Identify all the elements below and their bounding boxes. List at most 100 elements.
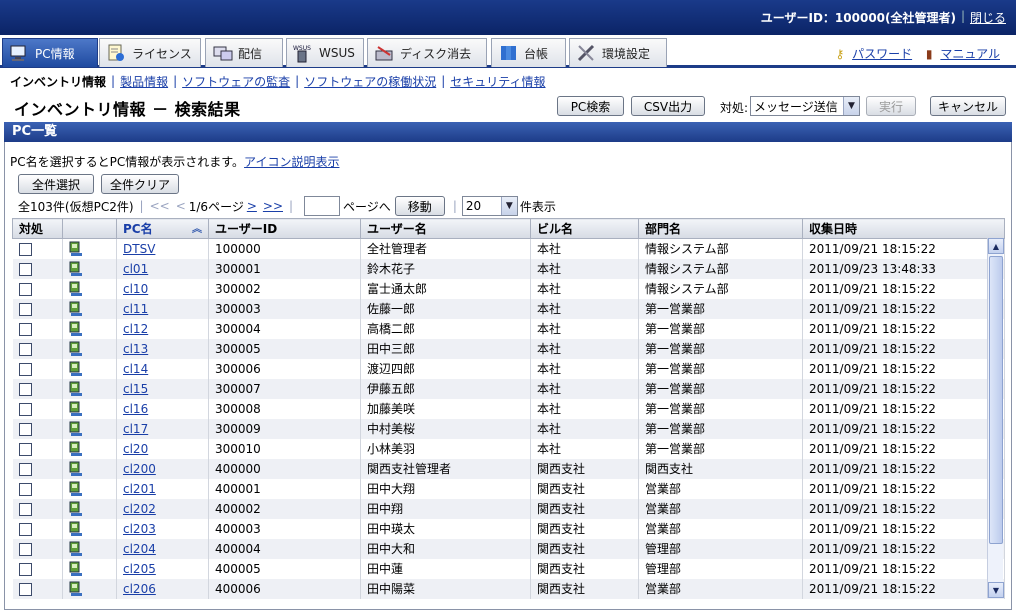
row-icon-cell <box>62 418 117 439</box>
cell-department: 第一営業部 <box>638 418 803 439</box>
cancel-button[interactable]: キャンセル <box>930 96 1006 116</box>
row-checkbox[interactable] <box>18 382 32 396</box>
tab-disk-erase[interactable]: ディスク消去 <box>367 38 487 67</box>
pc-name-link[interactable]: cl11 <box>123 302 148 316</box>
page-size-select[interactable]: 20 ▼ <box>461 196 518 216</box>
table-row: cl12 300004 高橋二郎 本社 第一営業部 2011/09/21 18:15:22 <box>12 318 1005 339</box>
tab-wsus[interactable]: WSUS WSUS <box>286 38 364 67</box>
password-link[interactable]: パスワード <box>852 47 912 61</box>
cell-user-name: 小林美羽 <box>360 438 531 459</box>
vertical-scrollbar[interactable]: ▲ ▼ <box>987 238 1004 598</box>
prev-page-link[interactable]: < <box>176 199 186 213</box>
pc-name-link[interactable]: cl205 <box>123 562 156 576</box>
row-checkbox[interactable] <box>18 242 32 256</box>
cell-pc-name: cl15 <box>116 378 209 399</box>
pc-name-link[interactable]: cl13 <box>123 342 148 356</box>
pc-name-link[interactable]: cl10 <box>123 282 148 296</box>
row-checkbox[interactable] <box>18 402 32 416</box>
license-icon <box>106 43 128 63</box>
pc-name-link[interactable]: cl12 <box>123 322 148 336</box>
pc-name-link[interactable]: cl200 <box>123 462 156 476</box>
cell-pc-name: cl11 <box>116 298 209 319</box>
cell-pc-name: cl13 <box>116 338 209 359</box>
tab-label: ライセンス <box>132 46 192 61</box>
row-checkbox[interactable] <box>18 562 32 576</box>
scroll-thumb[interactable] <box>989 256 1003 544</box>
close-link[interactable]: 閉じる <box>970 9 1006 26</box>
subnav-product-info[interactable]: 製品情報 <box>120 73 168 90</box>
pc-name-link[interactable]: cl20 <box>123 442 148 456</box>
row-icon-cell <box>62 378 117 399</box>
row-icon-cell <box>62 258 117 279</box>
select-all-button[interactable]: 全件選択 <box>18 174 94 194</box>
action-select[interactable]: メッセージ送信 ▼ <box>750 96 860 116</box>
pc-search-button[interactable]: PC検索 <box>557 96 624 116</box>
row-checkbox[interactable] <box>18 262 32 276</box>
row-checkbox[interactable] <box>18 422 32 436</box>
table-row: cl13 300005 田中三郎 本社 第一営業部 2011/09/21 18:15:22 <box>12 338 1005 359</box>
tab-license[interactable]: ライセンス <box>99 38 201 67</box>
table-row: cl14 300006 渡辺四郎 本社 第一営業部 2011/09/21 18:15:22 <box>12 358 1005 379</box>
cell-user-id: 300004 <box>208 318 361 339</box>
row-checkbox[interactable] <box>18 502 32 516</box>
row-checkbox[interactable] <box>18 322 32 336</box>
clear-all-button[interactable]: 全件クリア <box>101 174 179 194</box>
tab-label: 環境設定 <box>602 46 651 61</box>
column-header-pc-name[interactable]: PC名 ︽ <box>116 218 209 239</box>
cell-user-name: 関西支社管理者 <box>360 458 531 479</box>
cell-pc-name: cl203 <box>116 518 209 539</box>
pc-name-link[interactable]: cl01 <box>123 262 148 276</box>
goto-page-input[interactable] <box>304 196 341 216</box>
pc-name-link[interactable]: cl15 <box>123 382 148 396</box>
tab-settings[interactable]: 環境設定 <box>569 38 667 67</box>
row-checkbox[interactable] <box>18 482 32 496</box>
row-checkbox[interactable] <box>18 282 32 296</box>
pc-name-link[interactable]: cl17 <box>123 422 148 436</box>
ledger-icon <box>498 43 520 63</box>
scroll-down-icon[interactable]: ▼ <box>988 582 1004 598</box>
cell-pc-name: cl201 <box>116 478 209 499</box>
pc-name-link[interactable]: cl204 <box>123 542 156 556</box>
csv-export-button[interactable]: CSV出力 <box>631 96 705 116</box>
column-header-pc-name-label: PC名 <box>123 222 153 236</box>
chevron-down-icon: ▼ <box>500 197 517 215</box>
pc-name-link[interactable]: cl201 <box>123 482 156 496</box>
last-page-link[interactable]: >> <box>263 199 283 213</box>
subnav-security-info[interactable]: セキュリティ情報 <box>450 73 545 90</box>
row-checkbox[interactable] <box>18 542 32 556</box>
pc-name-link[interactable]: cl16 <box>123 402 148 416</box>
subnav-software-usage[interactable]: ソフトウェアの稼働状況 <box>304 73 436 90</box>
row-checkbox[interactable] <box>18 462 32 476</box>
cell-user-name: 田中大翔 <box>360 478 531 499</box>
icon-help-link[interactable]: アイコン説明表示 <box>244 155 339 169</box>
tab-distribution[interactable]: 配信 <box>205 38 283 67</box>
cell-building: 本社 <box>530 318 639 339</box>
row-checkbox[interactable] <box>18 342 32 356</box>
row-checkbox[interactable] <box>18 582 32 596</box>
pc-name-link[interactable]: cl14 <box>123 362 148 376</box>
row-checkbox[interactable] <box>18 302 32 316</box>
row-checkbox-cell <box>12 298 63 319</box>
pc-name-link[interactable]: cl206 <box>123 582 156 596</box>
row-checkbox[interactable] <box>18 362 32 376</box>
tab-pc-info[interactable]: PC情報 <box>2 38 98 67</box>
cell-user-id: 300008 <box>208 398 361 419</box>
execute-button[interactable]: 実行 <box>866 96 916 116</box>
first-page-link[interactable]: << <box>150 199 170 213</box>
pc-name-link[interactable]: cl202 <box>123 502 156 516</box>
tab-ledger[interactable]: 台帳 <box>491 38 566 67</box>
next-page-link[interactable]: > <box>247 199 257 213</box>
cell-department: 第一営業部 <box>638 338 803 359</box>
move-button[interactable]: 移動 <box>394 196 445 216</box>
cell-pc-name: cl12 <box>116 318 209 339</box>
subnav-software-audit[interactable]: ソフトウェアの監査 <box>182 73 290 90</box>
manual-link[interactable]: マニュアル <box>940 47 1000 61</box>
pc-name-link[interactable]: cl203 <box>123 522 156 536</box>
cell-user-id: 100000 <box>208 238 361 259</box>
row-icon-cell <box>62 478 117 499</box>
pc-name-link[interactable]: DTSV <box>123 242 155 256</box>
row-checkbox[interactable] <box>18 522 32 536</box>
scroll-up-icon[interactable]: ▲ <box>988 238 1004 254</box>
row-checkbox[interactable] <box>18 442 32 456</box>
pc-status-icon <box>69 301 83 317</box>
